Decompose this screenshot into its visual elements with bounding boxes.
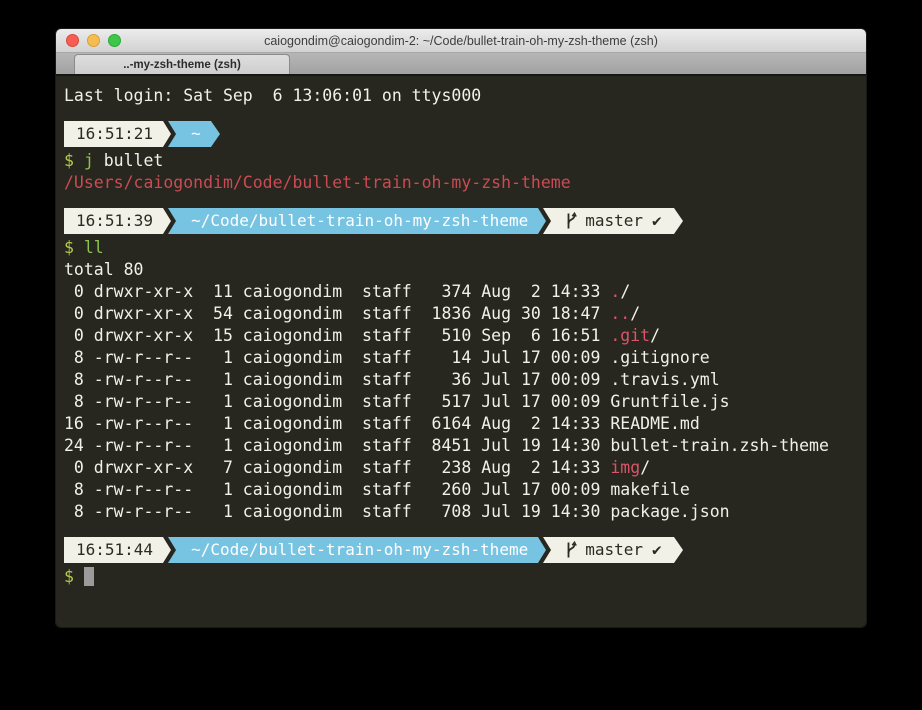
list-item: 0 drwxr-xr-x 7 caiogondim staff 238 Aug …	[64, 457, 858, 479]
prompt-time-segment: 16:51:44	[64, 537, 163, 563]
command-output: /Users/caiogondim/Code/bullet-train-oh-m…	[64, 172, 858, 194]
prompt-path: ~	[191, 123, 201, 145]
prompt-path: ~/Code/bullet-train-oh-my-zsh-theme	[191, 539, 528, 561]
prompt-line: 16:51:44 ~/Code/bullet-train-oh-my-zsh-t…	[64, 537, 858, 563]
prompt-git-segment: master ✔	[556, 537, 673, 563]
list-item: 8 -rw-r--r-- 1 caiogondim staff 708 Jul …	[64, 501, 858, 523]
terminal-cursor	[84, 567, 94, 586]
prompt-time: 16:51:21	[76, 123, 153, 145]
git-branch-icon	[564, 541, 578, 559]
powerline-separator-icon	[163, 121, 181, 147]
powerline-end-icon	[674, 537, 688, 563]
window-titlebar[interactable]: caiogondim@caiogondim-2: ~/Code/bullet-t…	[56, 29, 866, 53]
prompt-dollar: $	[64, 238, 84, 257]
prompt-path: ~/Code/bullet-train-oh-my-zsh-theme	[191, 210, 528, 232]
powerline-end-icon	[674, 208, 688, 234]
list-item: 8 -rw-r--r-- 1 caiogondim staff 36 Jul 1…	[64, 369, 858, 391]
command-args: bullet	[94, 151, 164, 170]
prompt-dir-segment: ~	[181, 121, 211, 147]
terminal-tab[interactable]: ..-my-zsh-theme (zsh)	[74, 54, 290, 74]
command-line: $ ll	[64, 237, 858, 259]
git-branch-name: master	[585, 539, 643, 561]
close-button[interactable]	[66, 34, 79, 47]
command-text: ll	[84, 238, 104, 257]
powerline-separator-icon	[538, 537, 556, 563]
prompt-dollar: $	[64, 151, 84, 170]
command-line-current[interactable]: $	[64, 566, 858, 588]
last-login-line: Last login: Sat Sep 6 13:06:01 on ttys00…	[64, 85, 858, 107]
prompt-time: 16:51:39	[76, 210, 153, 232]
prompt-time-segment: 16:51:21	[64, 121, 163, 147]
powerline-end-icon	[211, 121, 225, 147]
command-line: $ j bullet	[64, 150, 858, 172]
list-item: 8 -rw-r--r-- 1 caiogondim staff 260 Jul …	[64, 479, 858, 501]
powerline-separator-icon	[163, 208, 181, 234]
list-item: 0 drwxr-xr-x 15 caiogondim staff 510 Sep…	[64, 325, 858, 347]
powerline-separator-icon	[538, 208, 556, 234]
list-item: 8 -rw-r--r-- 1 caiogondim staff 14 Jul 1…	[64, 347, 858, 369]
list-item: 0 drwxr-xr-x 54 caiogondim staff 1836 Au…	[64, 303, 858, 325]
prompt-line: 16:51:39 ~/Code/bullet-train-oh-my-zsh-t…	[64, 208, 858, 234]
list-item: 16 -rw-r--r-- 1 caiogondim staff 6164 Au…	[64, 413, 858, 435]
traffic-lights	[66, 34, 121, 47]
prompt-dir-segment: ~/Code/bullet-train-oh-my-zsh-theme	[181, 208, 538, 234]
prompt-time: 16:51:44	[76, 539, 153, 561]
prompt-dollar: $	[64, 567, 84, 586]
list-item: 24 -rw-r--r-- 1 caiogondim staff 8451 Ju…	[64, 435, 858, 457]
minimize-button[interactable]	[87, 34, 100, 47]
prompt-time-segment: 16:51:39	[64, 208, 163, 234]
git-branch-name: master	[585, 210, 643, 232]
window-title: caiogondim@caiogondim-2: ~/Code/bullet-t…	[56, 34, 866, 48]
git-clean-check: ✔	[652, 210, 662, 232]
listing-total: total 80	[64, 259, 858, 281]
file-listing: 0 drwxr-xr-x 11 caiogondim staff 374 Aug…	[64, 281, 858, 523]
tab-label: ..-my-zsh-theme (zsh)	[123, 59, 241, 71]
powerline-separator-icon	[163, 537, 181, 563]
zoom-button[interactable]	[108, 34, 121, 47]
prompt-dir-segment: ~/Code/bullet-train-oh-my-zsh-theme	[181, 537, 538, 563]
prompt-line: 16:51:21 ~	[64, 121, 858, 147]
git-clean-check: ✔	[652, 539, 662, 561]
tab-bar: ..-my-zsh-theme (zsh)	[56, 53, 866, 76]
terminal-window: caiogondim@caiogondim-2: ~/Code/bullet-t…	[55, 28, 867, 628]
terminal-screen[interactable]: Last login: Sat Sep 6 13:06:01 on ttys00…	[56, 76, 866, 627]
list-item: 8 -rw-r--r-- 1 caiogondim staff 517 Jul …	[64, 391, 858, 413]
git-branch-icon	[564, 212, 578, 230]
prompt-git-segment: master ✔	[556, 208, 673, 234]
command-text: j	[84, 151, 94, 170]
list-item: 0 drwxr-xr-x 11 caiogondim staff 374 Aug…	[64, 281, 858, 303]
